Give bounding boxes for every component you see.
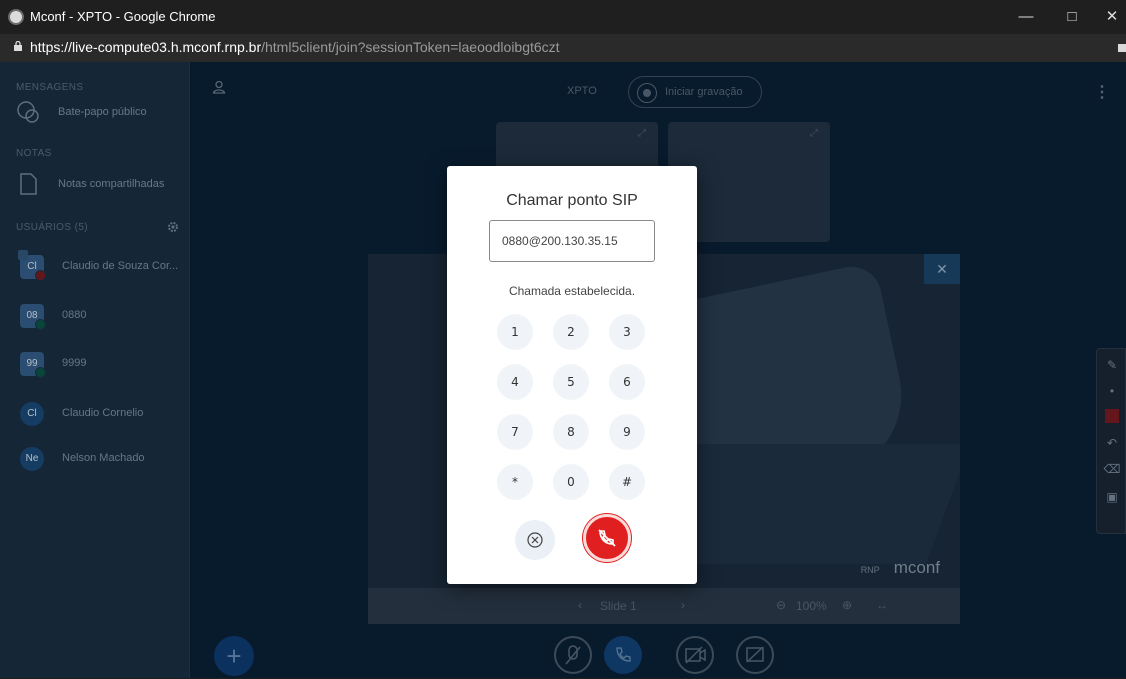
dialpad-key-hash[interactable]: # — [609, 464, 645, 500]
lock-icon — [14, 41, 22, 51]
sip-call-modal: Chamar ponto SIP Chamada estabelecida. 1… — [447, 166, 697, 584]
dialpad-key-9[interactable]: 9 — [609, 414, 645, 450]
dialpad-key-8[interactable]: 8 — [553, 414, 589, 450]
modal-title: Chamar ponto SIP — [506, 192, 638, 209]
dialpad-key-1[interactable]: 1 — [497, 314, 533, 350]
maximize-button[interactable]: □ — [1052, 6, 1092, 28]
dialpad-key-3[interactable]: 3 — [609, 314, 645, 350]
close-window-button[interactable]: ✕ — [1092, 6, 1126, 28]
dialpad-key-5[interactable]: 5 — [553, 364, 589, 400]
dialpad-key-4[interactable]: 4 — [497, 364, 533, 400]
clear-button[interactable] — [515, 520, 555, 560]
dialpad-key-6[interactable]: 6 — [609, 364, 645, 400]
address-bar[interactable]: https://live-compute03.h.mconf.rnp.br/ht… — [0, 34, 1126, 62]
dialpad-key-0[interactable]: 0 — [553, 464, 589, 500]
dialpad-key-star[interactable]: * — [497, 464, 533, 500]
chrome-window: Mconf - XPTO - Google Chrome — □ ✕ https… — [0, 0, 1126, 678]
mconf-app-icon — [8, 9, 24, 25]
url-text[interactable]: https://live-compute03.h.mconf.rnp.br/ht… — [30, 39, 560, 55]
window-title: Mconf - XPTO - Google Chrome — [30, 9, 216, 24]
clear-x-icon — [527, 532, 543, 548]
phone-hangup-icon — [598, 529, 616, 547]
dialpad-key-7[interactable]: 7 — [497, 414, 533, 450]
minimize-button[interactable]: — — [1006, 6, 1046, 28]
call-status: Chamada estabelecida. — [508, 284, 636, 298]
title-bar: Mconf - XPTO - Google Chrome — □ ✕ — [0, 0, 1126, 34]
dialpad-key-2[interactable]: 2 — [553, 314, 589, 350]
extension-icon[interactable] — [1118, 44, 1126, 52]
hangup-button[interactable] — [583, 514, 631, 562]
sip-address-input[interactable] — [489, 220, 655, 262]
